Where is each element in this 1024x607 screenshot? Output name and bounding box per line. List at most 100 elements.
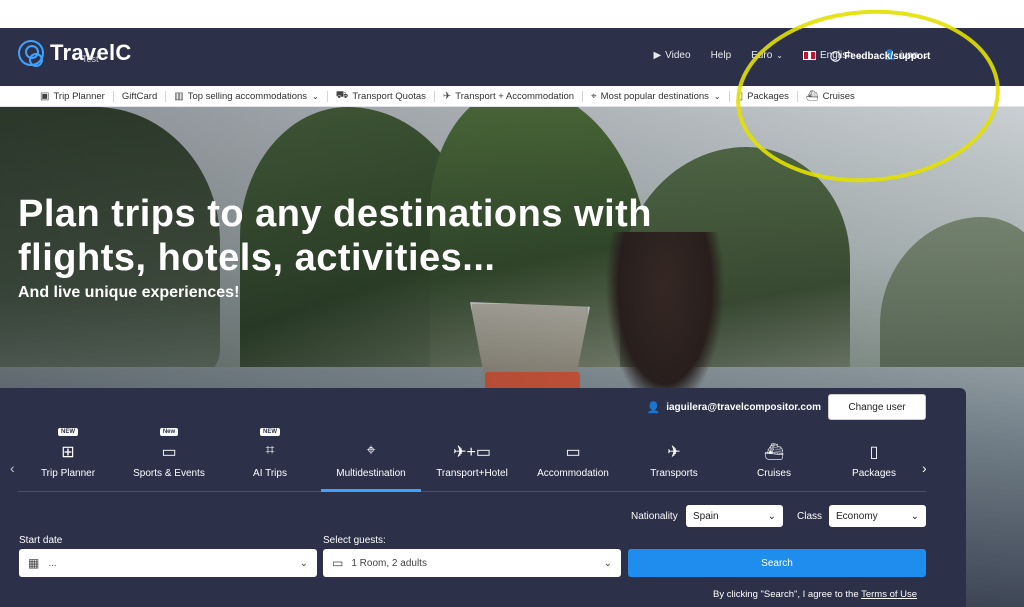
start-date-field[interactable]: ▦ ... ⌄ — [19, 549, 317, 577]
account-email: iaguilera@travelcompositor.com — [666, 402, 821, 413]
chat-bubble-icon: ◯ — [830, 51, 842, 62]
bed-icon: ▭ — [565, 444, 581, 461]
logo[interactable]: TravelC — [18, 40, 132, 67]
tab-label: Transports — [650, 468, 698, 479]
subnav-label: Trip Planner — [53, 90, 105, 102]
subnav-label: Packages — [747, 90, 789, 102]
plane-icon: ✈ — [667, 444, 681, 461]
tab-sports-events[interactable]: New ▭ Sports & Events — [119, 426, 219, 492]
tab-transport-hotel[interactable]: ✈+▭ Transport+Hotel — [422, 426, 522, 492]
tab-label: Trip Planner — [40, 468, 96, 479]
logo-icon — [18, 40, 44, 67]
subnav-giftcard[interactable]: GiftCard — [114, 90, 167, 102]
new-badge: NEW — [58, 428, 78, 436]
nationality-select[interactable]: Spain ⌄ — [686, 505, 783, 527]
tab-label: Accommodation — [537, 468, 609, 479]
tab-label: Sports & Events — [133, 468, 205, 479]
tab-label: Transport+Hotel — [436, 468, 508, 479]
new-badge: New — [159, 428, 179, 436]
ship-icon: ⛴ — [763, 444, 785, 461]
uk-flag-icon — [802, 51, 816, 60]
tab-cruises[interactable]: ⛴ Cruises — [724, 426, 824, 492]
class-label: Class — [797, 511, 823, 522]
top-header: TravelC Test ▶ Video Help Euro ⌄ English… — [0, 28, 1024, 86]
ticket-icon: ▭ — [161, 444, 177, 461]
chevron-down-icon: ⌄ — [713, 91, 721, 101]
page: TravelC Test ▶ Video Help Euro ⌄ English… — [0, 0, 1024, 607]
subnav-most-popular-destinations[interactable]: ⌖ Most popular destinations ⌄ — [583, 90, 730, 102]
help-label: Help — [710, 50, 732, 61]
tab-label: AI Trips — [253, 468, 287, 479]
terms-notice: By clicking "Search", I agree to the Ter… — [713, 589, 917, 600]
class-value: Economy — [836, 510, 878, 522]
hero-subtitle: And live unique experiences! — [18, 284, 240, 301]
product-tabs: NEW ⊞ Trip Planner New ▭ Sports & Events… — [18, 426, 926, 492]
guests-field[interactable]: ▭ 1 Room, 2 adults ⌄ — [323, 549, 621, 577]
subnav-top-selling-accommodations[interactable]: ▥ Top selling accommodations ⌄ — [166, 90, 328, 102]
terms-text: By clicking "Search", I agree to the — [713, 589, 859, 600]
tab-ai-trips[interactable]: NEW ⌗ AI Trips — [220, 426, 320, 492]
guests-value: 1 Room, 2 adults — [351, 557, 427, 569]
bus-icon: ⛟ — [335, 89, 349, 101]
building-icon: ▥ — [174, 90, 184, 102]
nationality-label: Nationality — [631, 511, 678, 522]
subnav-transport-quotas[interactable]: ⛟ Transport Quotas — [328, 89, 435, 102]
video-label: Video — [665, 50, 691, 61]
tab-transports[interactable]: ✈ Transports — [624, 426, 724, 492]
map-icon: ⊞ — [61, 444, 75, 461]
start-date-value: ... — [48, 557, 57, 569]
subnav-label: Transport + Accommodation — [455, 90, 575, 102]
tab-multidestination[interactable]: ⌖ Multidestination — [321, 426, 421, 492]
subnav-label: GiftCard — [121, 90, 158, 102]
help-link[interactable]: Help — [711, 50, 732, 61]
calendar-icon: ▦ — [28, 556, 40, 570]
tab-label: Multidestination — [336, 468, 406, 479]
tabs-next-arrow-icon[interactable]: › — [922, 460, 927, 476]
change-user-button[interactable]: Change user — [828, 394, 926, 420]
chevron-down-icon: ⌄ — [299, 557, 308, 569]
secondary-nav: ▣ Trip Planner GiftCard ▥ Top selling ac… — [0, 86, 1024, 107]
plane-bed-icon: ✈ — [442, 90, 452, 102]
search-panel: 👤 iaguilera@travelcompositor.com Change … — [0, 388, 966, 607]
chevron-down-icon: ⌄ — [312, 91, 319, 101]
subnav-label: Top selling accommodations — [187, 90, 308, 102]
chevron-down-icon: ⌄ — [767, 510, 776, 522]
class-select[interactable]: Economy ⌄ — [829, 505, 926, 527]
feedback-support-link[interactable]: ◯ Feedback/support — [830, 51, 930, 62]
plane-plus-bed-icon: ✈+▭ — [453, 444, 491, 461]
nationality-value: Spain — [693, 510, 719, 522]
location-pin-icon: ⌖ — [366, 442, 376, 459]
account-info: 👤 iaguilera@travelcompositor.com — [646, 401, 821, 414]
tab-label: Cruises — [757, 468, 791, 479]
package-icon: ▯ — [737, 90, 744, 102]
pin-icon: ⌖ — [591, 90, 597, 102]
start-date-label: Start date — [19, 535, 63, 546]
subnav-cruises[interactable]: ⛴ Cruises — [798, 91, 863, 102]
subnav-label: Cruises — [822, 90, 855, 102]
bed-icon: ▭ — [332, 556, 344, 570]
chevron-down-icon: ⌄ — [603, 557, 612, 569]
guests-label: Select guests: — [323, 535, 386, 546]
tab-packages[interactable]: ▯ Packages — [824, 426, 924, 492]
chevron-down-icon: ⌄ — [910, 510, 919, 522]
search-button[interactable]: Search — [628, 549, 926, 577]
tab-label: Packages — [852, 468, 896, 479]
new-badge: NEW — [260, 428, 280, 436]
subnav-trip-planner[interactable]: ▣ Trip Planner — [0, 90, 114, 102]
hero-title: Plan trips to any destinations with flig… — [18, 193, 653, 279]
video-icon: ▶ — [653, 50, 662, 61]
subnav-packages[interactable]: ▯ Packages — [730, 90, 798, 102]
currency-label: Euro — [751, 50, 773, 61]
subnav-label: Most popular destinations — [600, 90, 709, 102]
subnav-transport-accommodation[interactable]: ✈ Transport + Accommodation — [435, 90, 584, 102]
video-link[interactable]: ▶ Video — [653, 50, 690, 61]
feedback-label: Feedback/support — [844, 51, 931, 62]
tab-accommodation[interactable]: ▭ Accommodation — [523, 426, 623, 492]
terms-of-use-link[interactable]: Terms of Use — [861, 589, 917, 600]
chevron-down-icon: ⌄ — [776, 51, 783, 60]
tab-trip-planner[interactable]: NEW ⊞ Trip Planner — [18, 426, 118, 492]
currency-dropdown[interactable]: Euro ⌄ — [751, 50, 783, 61]
ship-icon: ⛴ — [805, 90, 819, 102]
tabs-prev-arrow-icon[interactable]: ‹ — [10, 460, 15, 476]
suitcase-icon: ▣ — [40, 90, 50, 102]
